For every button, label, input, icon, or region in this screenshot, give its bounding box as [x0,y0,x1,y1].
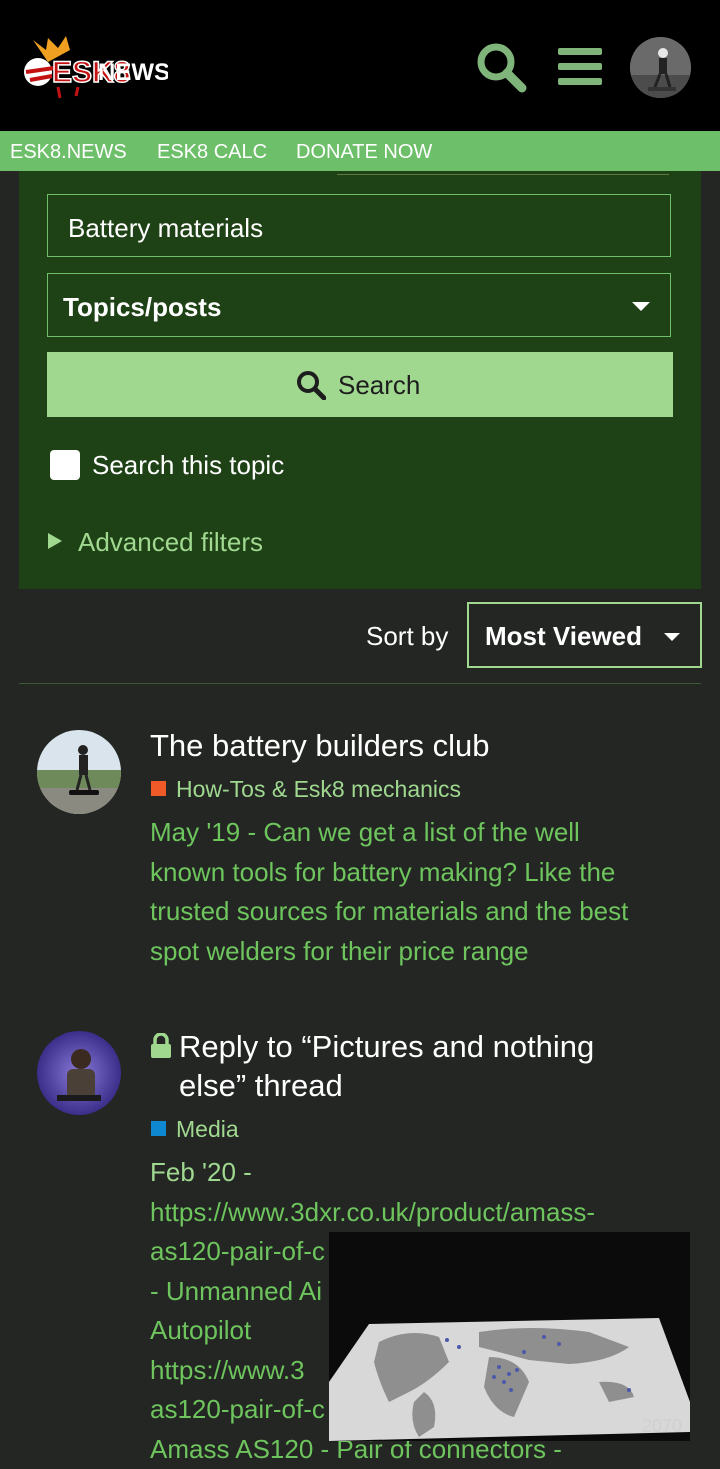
chevron-down-icon [664,633,680,641]
search-scope-value: Topics/posts [63,292,221,323]
svg-text:NEWS: NEWS [98,59,168,86]
world-map-video-frame [329,1232,690,1441]
blurb-line: spot welders for their price range [150,932,690,972]
divider [19,683,701,684]
blurb-line: https://www.3dxr.co.uk/product/amass- [150,1193,690,1233]
avatar[interactable] [37,1031,121,1115]
result-title-link[interactable]: The battery builders club [150,726,489,765]
lock-icon [150,1033,172,1059]
category-link[interactable]: Media [176,1116,239,1143]
category-color-badge [151,781,166,796]
search-icon[interactable] [474,40,528,94]
nav-link-esk8-calc[interactable]: ESK8 CALC [157,141,267,163]
search-button[interactable]: Search [47,352,673,417]
sort-select[interactable]: Most Viewed [467,602,702,668]
chevron-down-icon [632,302,650,311]
blurb-line: Feb '20 - [150,1153,690,1193]
sort-select-value: Most Viewed [485,621,642,652]
blurb-line: May '19 - Can we get a list of the well [150,813,690,853]
site-header: ESK8 NEWS [0,0,720,131]
nav-link-donate[interactable]: DONATE NOW [296,141,432,163]
floating-video-player[interactable]: 2070 [329,1232,690,1441]
hamburger-menu-icon[interactable] [556,44,606,88]
search-button-label: Search [338,370,420,401]
top-nav-bar: ESK8.NEWS ESK8 CALC DONATE NOW [0,131,720,171]
video-counter: 2070 [642,1416,682,1437]
sort-by-label: Sort by [366,621,448,652]
blurb-line: known tools for battery making? Like the [150,853,690,893]
search-this-topic-label[interactable]: Search this topic [92,450,284,481]
blurb-line: trusted sources for materials and the be… [150,892,690,932]
hidden-field-edge [337,171,669,175]
user-avatar[interactable] [630,37,691,98]
search-icon [296,370,326,400]
advanced-filters-toggle[interactable]: Advanced filters [78,527,263,558]
result-blurb[interactable]: May '19 - Can we get a list of the well … [150,813,690,971]
search-this-topic-checkbox[interactable] [50,450,80,480]
search-scope-select[interactable]: Topics/posts [47,273,671,337]
search-input-value: Battery materials [68,213,263,244]
result-title-line: else” thread [179,1066,699,1105]
site-logo[interactable]: ESK8 NEWS [18,32,168,102]
disclosure-triangle-icon[interactable] [48,533,62,549]
search-input[interactable]: Battery materials [47,194,671,257]
category-link[interactable]: How-Tos & Esk8 mechanics [176,776,461,803]
result-title-line: Reply to “Pictures and nothing [179,1027,699,1066]
category-color-badge [151,1121,166,1136]
avatar[interactable] [37,730,121,814]
nav-link-esk8-news[interactable]: ESK8.NEWS [10,141,127,163]
